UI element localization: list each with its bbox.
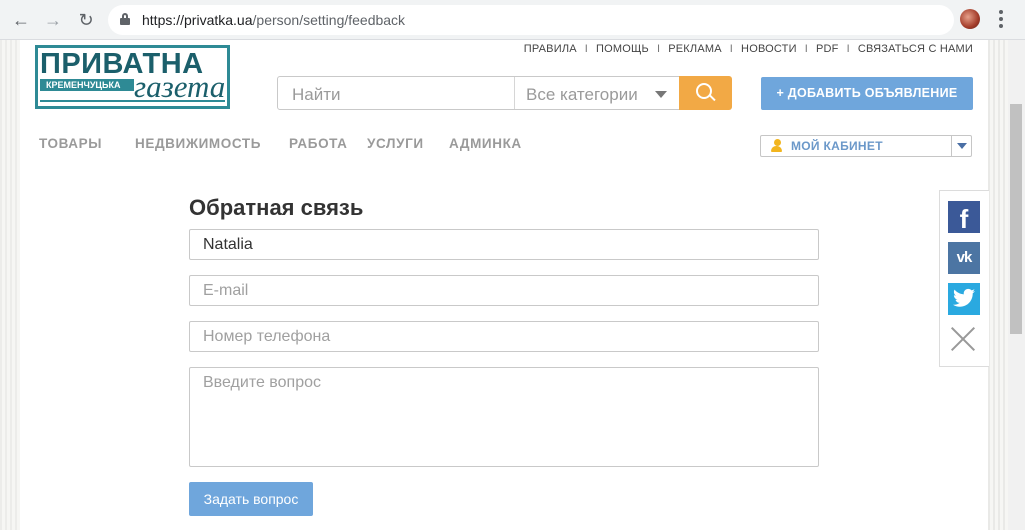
link-news[interactable]: НОВОСТИ	[741, 43, 797, 55]
add-listing-button[interactable]: + ДОБАВИТЬ ОБЪЯВЛЕНИЕ	[761, 77, 973, 110]
address-bar[interactable]: https://privatka.ua/person/setting/feedb…	[108, 5, 954, 35]
link-rules[interactable]: ПРАВИЛА	[524, 43, 577, 55]
submit-question-button[interactable]: Задать вопрос	[189, 482, 313, 516]
nav-item-admin[interactable]: АДМИНКА	[449, 136, 522, 151]
my-cabinet-dropdown[interactable]: МОЙ КАБИНЕТ	[760, 135, 972, 157]
menu-kebab-icon[interactable]	[996, 9, 1006, 31]
logo-word: газета	[134, 69, 226, 104]
phone-field[interactable]	[189, 321, 819, 352]
my-cabinet-label: МОЙ КАБИНЕТ	[791, 139, 883, 153]
link-ads[interactable]: РЕКЛАМА	[668, 43, 722, 55]
lock-icon	[120, 13, 130, 25]
search-input[interactable]: Найти	[292, 85, 341, 105]
forward-icon[interactable]: →	[42, 9, 64, 31]
reload-icon[interactable]: ↻	[75, 9, 97, 31]
top-links: ПРАВИЛА I ПОМОЩЬ I РЕКЛАМА I НОВОСТИ I PDF I СВЯЗА…	[523, 43, 973, 55]
search-bar: Найти Все категории	[277, 76, 732, 110]
chevron-down-icon[interactable]	[951, 136, 972, 156]
link-help[interactable]: ПОМОЩЬ	[596, 43, 649, 55]
nav-item-jobs[interactable]: РАБОТА	[289, 136, 348, 151]
vk-icon[interactable]: vk	[948, 242, 980, 274]
link-contact[interactable]: СВЯЗАТЬСЯ С НАМИ	[858, 43, 973, 55]
logo-subtitle: КРЕМЕНЧУЦЬКА	[46, 80, 121, 90]
search-button[interactable]	[679, 76, 732, 110]
scrollbar-thumb[interactable]	[1010, 104, 1022, 334]
email-field[interactable]	[189, 275, 819, 306]
share-panel: f vk	[939, 190, 989, 367]
nav-item-goods[interactable]: ТОВАРЫ	[39, 136, 102, 151]
link-pdf[interactable]: PDF	[816, 43, 839, 55]
page-background-left	[0, 40, 20, 530]
browser-toolbar: ← → ↻ https://privatka.ua/person/setting…	[0, 0, 1025, 40]
page-title: Обратная связь	[189, 195, 364, 220]
close-icon[interactable]	[950, 326, 976, 352]
question-field[interactable]	[189, 367, 819, 467]
page-background-right	[988, 40, 1008, 530]
chevron-down-icon[interactable]	[655, 91, 667, 98]
profile-avatar[interactable]	[960, 9, 980, 29]
url-text[interactable]: https://privatka.ua/person/setting/feedb…	[142, 12, 405, 28]
facebook-icon[interactable]: f	[948, 201, 980, 234]
nav-item-realty[interactable]: НЕДВИЖИМОСТЬ	[135, 136, 261, 151]
nav-item-services[interactable]: УСЛУГИ	[367, 136, 424, 151]
site-logo[interactable]: ПРИВАТНА КРЕМЕНЧУЦЬКА газета	[35, 45, 230, 109]
twitter-icon[interactable]	[948, 283, 980, 315]
category-select[interactable]: Все категории	[526, 85, 638, 105]
back-icon[interactable]: ←	[10, 9, 32, 31]
user-icon	[771, 139, 783, 153]
name-field[interactable]	[189, 229, 819, 260]
